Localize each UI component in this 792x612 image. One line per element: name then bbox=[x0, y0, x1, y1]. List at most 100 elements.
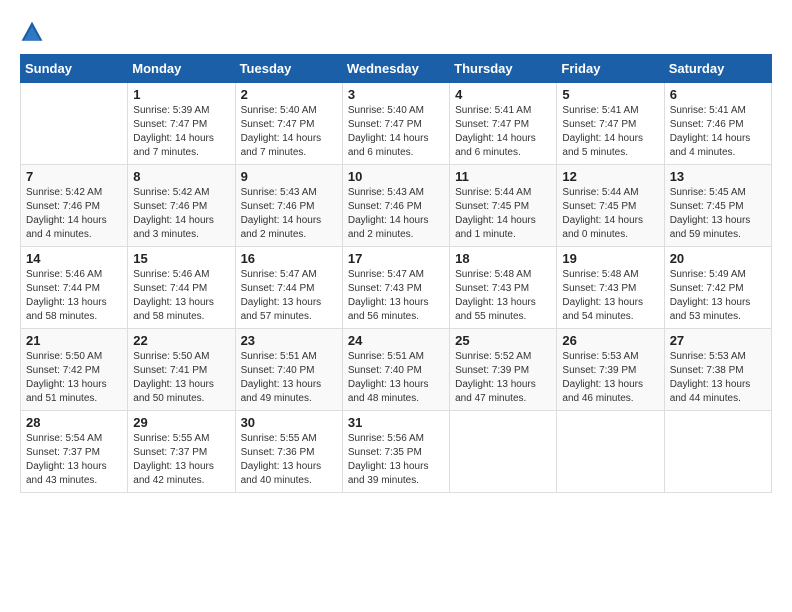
day-number: 17 bbox=[348, 251, 444, 266]
week-row-5: 28 Sunrise: 5:54 AM Sunset: 7:37 PM Dayli… bbox=[21, 411, 772, 493]
day-number: 27 bbox=[670, 333, 766, 348]
day-cell: 20Sunrise: 5:49 AM Sunset: 7:42 PM Dayli… bbox=[664, 247, 771, 329]
day-info: Sunrise: 5:45 AM Sunset: 7:45 PM Dayligh… bbox=[670, 186, 766, 242]
day-info: Sunrise: 5:41 AM Sunset: 7:47 PM Dayligh… bbox=[455, 104, 551, 160]
day-cell: 8Sunrise: 5:42 AM Sunset: 7:46 PM Daylig… bbox=[128, 165, 235, 247]
day-cell: 4 Sunrise: 5:41 AM Sunset: 7:47 PM Daylig… bbox=[450, 83, 557, 165]
day-number: 2 bbox=[241, 87, 337, 102]
day-number: 8 bbox=[133, 169, 229, 184]
day-cell: 31 Sunrise: 5:56 AM Sunset: 7:35 PM Dayli… bbox=[342, 411, 449, 493]
day-info: Sunrise: 5:44 AM Sunset: 7:45 PM Dayligh… bbox=[455, 186, 551, 242]
header-cell-thursday: Thursday bbox=[450, 55, 557, 83]
day-info: Sunrise: 5:48 AM Sunset: 7:43 PM Dayligh… bbox=[562, 268, 658, 324]
day-cell: 1 Sunrise: 5:39 AM Sunset: 7:47 PM Daylig… bbox=[128, 83, 235, 165]
day-number: 22 bbox=[133, 333, 229, 348]
day-info: Sunrise: 5:41 AM Sunset: 7:46 PM Dayligh… bbox=[670, 104, 766, 160]
day-cell: 19 Sunrise: 5:48 AM Sunset: 7:43 PM Dayli… bbox=[557, 247, 664, 329]
day-cell: 21 Sunrise: 5:50 AM Sunset: 7:42 PM Dayli… bbox=[21, 329, 128, 411]
week-row-3: 14 Sunrise: 5:46 AM Sunset: 7:44 PM Dayli… bbox=[21, 247, 772, 329]
day-info: Sunrise: 5:53 AM Sunset: 7:38 PM Dayligh… bbox=[670, 350, 766, 406]
day-number: 19 bbox=[562, 251, 658, 266]
day-number: 31 bbox=[348, 415, 444, 430]
day-info: Sunrise: 5:42 AM Sunset: 7:46 PM Dayligh… bbox=[26, 186, 122, 242]
day-number: 30 bbox=[241, 415, 337, 430]
header-cell-tuesday: Tuesday bbox=[235, 55, 342, 83]
day-info: Sunrise: 5:51 AM Sunset: 7:40 PM Dayligh… bbox=[241, 350, 337, 406]
day-info: Sunrise: 5:50 AM Sunset: 7:41 PM Dayligh… bbox=[133, 350, 229, 406]
day-cell: 7 Sunrise: 5:42 AM Sunset: 7:46 PM Daylig… bbox=[21, 165, 128, 247]
day-number: 18 bbox=[455, 251, 551, 266]
day-info: Sunrise: 5:43 AM Sunset: 7:46 PM Dayligh… bbox=[348, 186, 444, 242]
day-cell: 13 Sunrise: 5:45 AM Sunset: 7:45 PM Dayli… bbox=[664, 165, 771, 247]
week-row-1: 1 Sunrise: 5:39 AM Sunset: 7:47 PM Daylig… bbox=[21, 83, 772, 165]
day-info: Sunrise: 5:55 AM Sunset: 7:36 PM Dayligh… bbox=[241, 432, 337, 488]
day-cell: 23 Sunrise: 5:51 AM Sunset: 7:40 PM Dayli… bbox=[235, 329, 342, 411]
day-cell bbox=[450, 411, 557, 493]
day-info: Sunrise: 5:46 AM Sunset: 7:44 PM Dayligh… bbox=[133, 268, 229, 324]
header-cell-monday: Monday bbox=[128, 55, 235, 83]
day-info: Sunrise: 5:55 AM Sunset: 7:37 PM Dayligh… bbox=[133, 432, 229, 488]
day-info: Sunrise: 5:54 AM Sunset: 7:37 PM Dayligh… bbox=[26, 432, 122, 488]
day-number: 11 bbox=[455, 169, 551, 184]
header-cell-sunday: Sunday bbox=[21, 55, 128, 83]
day-info: Sunrise: 5:50 AM Sunset: 7:42 PM Dayligh… bbox=[26, 350, 122, 406]
day-cell: 26Sunrise: 5:53 AM Sunset: 7:39 PM Dayli… bbox=[557, 329, 664, 411]
day-cell: 17 Sunrise: 5:47 AM Sunset: 7:43 PM Dayli… bbox=[342, 247, 449, 329]
day-number: 24 bbox=[348, 333, 444, 348]
day-info: Sunrise: 5:48 AM Sunset: 7:43 PM Dayligh… bbox=[455, 268, 551, 324]
day-cell: 24 Sunrise: 5:51 AM Sunset: 7:40 PM Dayli… bbox=[342, 329, 449, 411]
day-number: 9 bbox=[241, 169, 337, 184]
day-number: 12 bbox=[562, 169, 658, 184]
logo-icon bbox=[20, 20, 44, 44]
day-number: 26 bbox=[562, 333, 658, 348]
day-number: 6 bbox=[670, 87, 766, 102]
day-info: Sunrise: 5:39 AM Sunset: 7:47 PM Dayligh… bbox=[133, 104, 229, 160]
day-cell: 14Sunrise: 5:46 AM Sunset: 7:44 PM Dayli… bbox=[21, 247, 128, 329]
calendar-table: SundayMondayTuesdayWednesdayThursdayFrid… bbox=[20, 54, 772, 493]
logo bbox=[20, 20, 48, 44]
day-cell: 28 Sunrise: 5:54 AM Sunset: 7:37 PM Dayli… bbox=[21, 411, 128, 493]
day-cell: 12 Sunrise: 5:44 AM Sunset: 7:45 PM Dayli… bbox=[557, 165, 664, 247]
day-info: Sunrise: 5:43 AM Sunset: 7:46 PM Dayligh… bbox=[241, 186, 337, 242]
day-cell: 9 Sunrise: 5:43 AM Sunset: 7:46 PM Daylig… bbox=[235, 165, 342, 247]
day-cell: 29 Sunrise: 5:55 AM Sunset: 7:37 PM Dayli… bbox=[128, 411, 235, 493]
day-number: 7 bbox=[26, 169, 122, 184]
week-row-4: 21 Sunrise: 5:50 AM Sunset: 7:42 PM Dayli… bbox=[21, 329, 772, 411]
calendar-header: SundayMondayTuesdayWednesdayThursdayFrid… bbox=[21, 55, 772, 83]
day-info: Sunrise: 5:56 AM Sunset: 7:35 PM Dayligh… bbox=[348, 432, 444, 488]
day-number: 20 bbox=[670, 251, 766, 266]
day-number: 13 bbox=[670, 169, 766, 184]
day-cell: 30 Sunrise: 5:55 AM Sunset: 7:36 PM Dayli… bbox=[235, 411, 342, 493]
day-cell: 22 Sunrise: 5:50 AM Sunset: 7:41 PM Dayli… bbox=[128, 329, 235, 411]
day-cell: 16Sunrise: 5:47 AM Sunset: 7:44 PM Dayli… bbox=[235, 247, 342, 329]
day-info: Sunrise: 5:47 AM Sunset: 7:43 PM Dayligh… bbox=[348, 268, 444, 324]
day-info: Sunrise: 5:44 AM Sunset: 7:45 PM Dayligh… bbox=[562, 186, 658, 242]
day-cell: 15 Sunrise: 5:46 AM Sunset: 7:44 PM Dayli… bbox=[128, 247, 235, 329]
day-number: 14 bbox=[26, 251, 122, 266]
week-row-2: 7 Sunrise: 5:42 AM Sunset: 7:46 PM Daylig… bbox=[21, 165, 772, 247]
day-number: 29 bbox=[133, 415, 229, 430]
day-cell: 5 Sunrise: 5:41 AM Sunset: 7:47 PM Daylig… bbox=[557, 83, 664, 165]
calendar-body: 1 Sunrise: 5:39 AM Sunset: 7:47 PM Daylig… bbox=[21, 83, 772, 493]
day-number: 4 bbox=[455, 87, 551, 102]
day-number: 1 bbox=[133, 87, 229, 102]
day-info: Sunrise: 5:52 AM Sunset: 7:39 PM Dayligh… bbox=[455, 350, 551, 406]
day-info: Sunrise: 5:51 AM Sunset: 7:40 PM Dayligh… bbox=[348, 350, 444, 406]
day-number: 10 bbox=[348, 169, 444, 184]
page-header bbox=[20, 20, 772, 44]
day-number: 21 bbox=[26, 333, 122, 348]
header-cell-wednesday: Wednesday bbox=[342, 55, 449, 83]
day-number: 3 bbox=[348, 87, 444, 102]
day-number: 25 bbox=[455, 333, 551, 348]
header-cell-friday: Friday bbox=[557, 55, 664, 83]
day-number: 5 bbox=[562, 87, 658, 102]
day-number: 28 bbox=[26, 415, 122, 430]
day-info: Sunrise: 5:41 AM Sunset: 7:47 PM Dayligh… bbox=[562, 104, 658, 160]
day-cell: 27 Sunrise: 5:53 AM Sunset: 7:38 PM Dayli… bbox=[664, 329, 771, 411]
day-number: 23 bbox=[241, 333, 337, 348]
day-info: Sunrise: 5:47 AM Sunset: 7:44 PM Dayligh… bbox=[241, 268, 337, 324]
day-cell: 11 Sunrise: 5:44 AM Sunset: 7:45 PM Dayli… bbox=[450, 165, 557, 247]
day-cell: 10 Sunrise: 5:43 AM Sunset: 7:46 PM Dayli… bbox=[342, 165, 449, 247]
day-number: 15 bbox=[133, 251, 229, 266]
day-cell: 2Sunrise: 5:40 AM Sunset: 7:47 PM Daylig… bbox=[235, 83, 342, 165]
